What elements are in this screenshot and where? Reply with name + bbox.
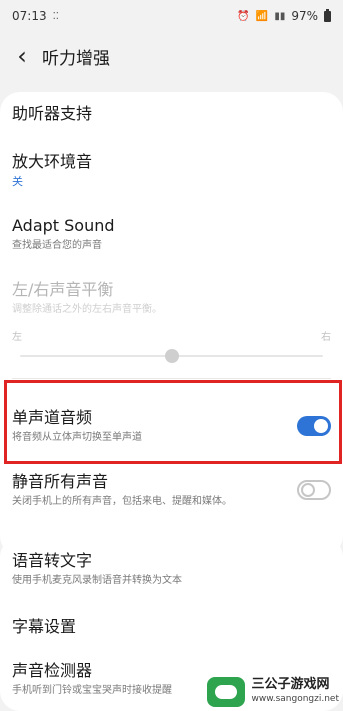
status-left: 07:13 ⁚⁚ <box>12 9 59 23</box>
setting-subtitle: 关闭手机上的所有声音，包括来电、提醒和媒体。 <box>12 496 232 507</box>
mute-all-toggle[interactable] <box>297 480 331 500</box>
notification-icon: ⁚⁚ <box>52 10 59 22</box>
watermark-text: 三公子游戏网 www.sangongzi.net <box>251 678 339 706</box>
setting-hearing-aid[interactable]: 助听器支持 <box>12 104 331 124</box>
setting-caption[interactable]: 字幕设置 <box>12 617 331 637</box>
watermark-name: 三公子游戏网 <box>251 677 330 692</box>
setting-subtitle: 查找最适合您的声音 <box>12 240 102 251</box>
slider-left-label: 左 <box>12 332 22 343</box>
status-right: ⏰ 📶 ▮▮ 97% <box>237 8 331 23</box>
balance-slider: 左 右 <box>12 328 331 368</box>
page-title: 听力增强 <box>42 48 110 69</box>
toggle-knob <box>301 483 315 497</box>
setting-mute-all[interactable]: 静音所有声音 关闭手机上的所有声音，包括来电、提醒和媒体。 <box>12 472 331 509</box>
watermark: 三公子游戏网 www.sangongzi.net <box>207 677 339 707</box>
setting-speech-to-text[interactable]: 语音转文字 使用手机麦克风录制语音并转换为文本 <box>12 551 331 588</box>
back-arrow-icon: ‹ <box>17 42 27 70</box>
slider-labels: 左 右 <box>12 328 331 343</box>
setting-adapt-sound[interactable]: Adapt Sound 查找最适合您的声音 <box>12 216 331 253</box>
setting-amplify-ambient[interactable]: 放大环境音 关 <box>12 152 331 189</box>
settings-card-main: 助听器支持 放大环境音 关 Adapt Sound 查找最适合您的声音 左/右声… <box>0 92 343 556</box>
battery-icon <box>324 8 331 22</box>
signal-icon: ▮▮ <box>274 10 286 22</box>
highlight-box <box>4 380 342 464</box>
setting-subtitle: 使用手机麦克风录制语音并转换为文本 <box>12 575 182 586</box>
alarm-icon: ⏰ <box>237 10 250 22</box>
setting-title: 助听器支持 <box>12 104 93 123</box>
back-button[interactable]: ‹ <box>2 36 42 76</box>
slider-right-label: 右 <box>321 332 331 343</box>
setting-subtitle: 调整除通话之外的左右声音平衡。 <box>12 304 162 315</box>
status-time: 07:13 <box>12 9 47 23</box>
watermark-logo-icon <box>207 677 246 707</box>
app-header: ‹ 听力增强 <box>0 34 343 78</box>
battery-percent: 97% <box>291 9 318 23</box>
setting-title: 字幕设置 <box>12 617 77 636</box>
setting-title: 左/右声音平衡 <box>12 280 114 299</box>
setting-title: Adapt Sound <box>12 216 115 235</box>
setting-title: 语音转文字 <box>12 551 93 570</box>
slider-thumb <box>164 349 179 363</box>
divider <box>12 378 331 379</box>
status-bar: 07:13 ⁚⁚ ⏰ 📶 ▮▮ 97% <box>0 0 343 32</box>
setting-title: 放大环境音 <box>12 152 93 171</box>
watermark-url: www.sangongzi.net <box>251 694 339 704</box>
setting-title: 静音所有声音 <box>12 472 109 491</box>
setting-value: 关 <box>12 175 23 188</box>
wifi-icon: 📶 <box>255 10 269 22</box>
setting-balance: 左/右声音平衡 调整除通话之外的左右声音平衡。 <box>12 280 331 317</box>
